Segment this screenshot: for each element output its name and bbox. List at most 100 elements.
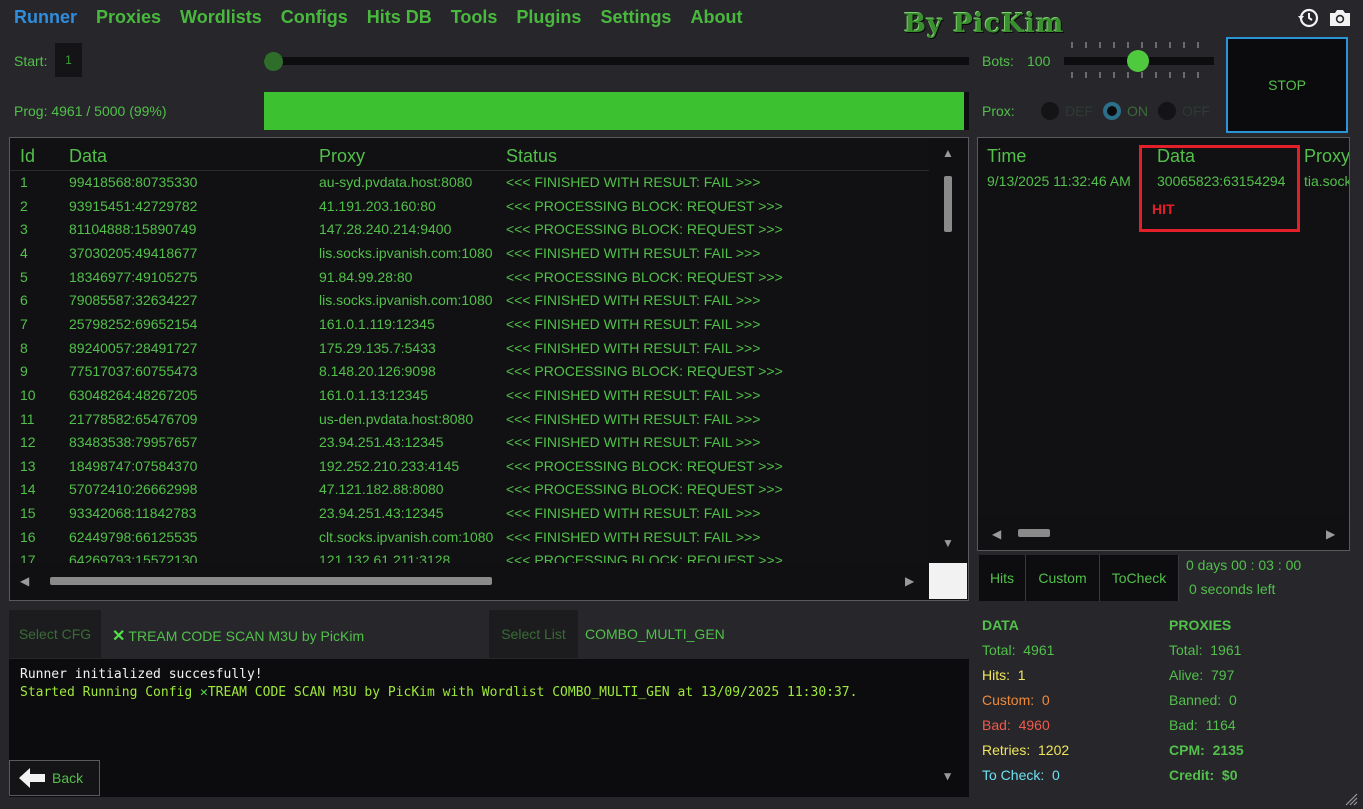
cell-data: 83483538:79957657	[69, 434, 198, 451]
cell-id: 12	[20, 434, 36, 451]
hit-annotation: HIT	[1152, 201, 1175, 217]
table-row[interactable]: 2 93915451:42729782 41.191.203.160:80 <<< P…	[10, 195, 929, 218]
table-row[interactable]: 9 77517037:60755473 8.148.20.126:9098 <<< P…	[10, 360, 929, 383]
col-header-status[interactable]: Status	[506, 146, 557, 167]
main-vertical-scrollbar[interactable]: ▲ ▼	[929, 138, 967, 562]
col-header-data[interactable]: Data	[69, 146, 107, 167]
nav-item-runner[interactable]: Runner	[14, 7, 77, 29]
history-icon[interactable]	[1296, 6, 1320, 30]
cell-status: <<< FINISHED WITH RESULT: FAIL >>>	[506, 505, 761, 522]
table-row[interactable]: 8 89240057:28491727 175.29.135.7:5433 <<< F…	[10, 337, 929, 360]
camera-icon[interactable]	[1328, 6, 1352, 30]
cell-proxy: us-den.pvdata.host:8080	[319, 410, 474, 427]
table-row[interactable]: 6 79085587:32634227 lis.socks.ipvanish.com…	[10, 289, 929, 312]
cell-proxy: 91.84.99.28:80	[319, 268, 413, 285]
nav-item-configs[interactable]: Configs	[281, 7, 348, 29]
cell-data: 25798252:69652154	[69, 315, 198, 332]
stat-bad: Bad: 4960	[982, 717, 1050, 733]
col-header-proxy[interactable]: Proxy	[319, 146, 365, 167]
stat-alive: Alive: 797	[1169, 667, 1235, 683]
nav-item-hits-db[interactable]: Hits DB	[367, 7, 432, 29]
start-label: Start:	[14, 53, 48, 69]
cross-icon: ✕	[112, 628, 126, 645]
col-header-id[interactable]: Id	[20, 146, 35, 167]
resize-grip-icon[interactable]	[1344, 792, 1358, 806]
hit-highlight-box	[1139, 145, 1300, 232]
tab-custom[interactable]: Custom	[1026, 555, 1100, 601]
cell-status: <<< PROCESSING BLOCK: REQUEST >>>	[506, 221, 783, 238]
cell-status: <<< FINISHED WITH RESULT: FAIL >>>	[506, 386, 761, 403]
back-button[interactable]: Back	[9, 760, 100, 796]
select-list-button[interactable]: Select List	[489, 610, 578, 658]
table-row[interactable]: 11 21778582:65476709 us-den.pvdata.host:80…	[10, 408, 929, 431]
nav-item-proxies[interactable]: Proxies	[96, 7, 161, 29]
cell-id: 8	[20, 339, 28, 356]
prox-radio-on[interactable]: ON	[1103, 102, 1148, 120]
scroll-corner	[929, 563, 967, 599]
cell-proxy: 41.191.203.160:80	[319, 197, 436, 214]
table-row[interactable]: 16 62449798:66125535 clt.socks.ipvanish.co…	[10, 526, 929, 549]
logo: By PicKim	[904, 9, 1065, 39]
table-row[interactable]: 10 63048264:48267205 161.0.1.13:12345 <<< F…	[10, 384, 929, 407]
cell-proxy: 192.252.210.233:4145	[319, 457, 460, 474]
stop-button[interactable]: STOP	[1226, 37, 1348, 133]
top-icons	[1296, 6, 1352, 30]
bots-slider-handle[interactable]	[1127, 50, 1149, 72]
scroll-thumb[interactable]	[1018, 529, 1050, 537]
table-row[interactable]: 12 83483538:79957657 23.94.251.43:12345 <<<…	[10, 431, 929, 454]
scroll-up-icon[interactable]: ▲	[929, 146, 967, 160]
tab-tocheck[interactable]: ToCheck	[1100, 555, 1179, 601]
start-input[interactable]: 1	[55, 43, 82, 77]
stat-credit: Credit: $0	[1169, 767, 1238, 783]
progress-label: Prog: 4961 / 5000 (99%)	[14, 103, 167, 119]
table-row[interactable]: 13 18498747:07584370 192.252.210.233:4145 <…	[10, 455, 929, 478]
cell-data: 37030205:49418677	[69, 244, 198, 261]
nav-item-settings[interactable]: Settings	[600, 7, 671, 29]
nav-item-tools[interactable]: Tools	[451, 7, 498, 29]
arrow-left-icon	[19, 768, 45, 788]
scroll-thumb[interactable]	[50, 577, 492, 585]
cell-status: <<< PROCESSING BLOCK: REQUEST >>>	[506, 363, 783, 380]
table-row[interactable]: 7 25798252:69652154 161.0.1.119:12345 <<< F…	[10, 313, 929, 336]
scroll-down-icon[interactable]: ▼	[944, 769, 951, 783]
start-slider-track[interactable]	[264, 57, 969, 65]
cell-proxy: 175.29.135.7:5433	[319, 339, 436, 356]
table-row[interactable]: 15 93342068:11842783 23.94.251.43:12345 <<<…	[10, 502, 929, 525]
cell-status: <<< FINISHED WITH RESULT: FAIL >>>	[506, 292, 761, 309]
nav-item-plugins[interactable]: Plugins	[516, 7, 581, 29]
stat-retries: Retries: 1202	[982, 742, 1070, 758]
cell-id: 16	[20, 528, 36, 545]
scroll-left-icon[interactable]: ◀	[20, 574, 29, 588]
hits-horizontal-scrollbar[interactable]: ◀ ▶	[978, 516, 1349, 550]
main-horizontal-scrollbar[interactable]: ◀ ▶	[10, 563, 928, 599]
table-row[interactable]: 4 37030205:49418677 lis.socks.ipvanish.com…	[10, 242, 929, 265]
cell-id: 13	[20, 457, 36, 474]
scroll-right-icon[interactable]: ▶	[1326, 527, 1335, 541]
bots-value: 100	[1027, 53, 1051, 69]
table-row[interactable]: 3 81104888:15890749 147.28.240.214:9400 <<<…	[10, 218, 929, 241]
col-header-proxy[interactable]: Proxy	[1304, 146, 1349, 167]
nav-item-about[interactable]: About	[690, 7, 742, 29]
col-header-time[interactable]: Time	[987, 146, 1026, 167]
cell-id: 3	[20, 221, 28, 238]
cell-data: 77517037:60755473	[69, 363, 198, 380]
scroll-down-icon[interactable]: ▼	[929, 536, 967, 550]
hit-time: 9/13/2025 11:32:46 AM	[987, 173, 1131, 189]
table-row[interactable]: 14 57072410:26662998 47.121.182.88:8080 <<<…	[10, 478, 929, 501]
radio-dot-icon	[1158, 102, 1176, 120]
scroll-thumb[interactable]	[944, 176, 952, 232]
prox-radio-off[interactable]: OFF	[1158, 102, 1210, 120]
stat-total: Total: 4961	[982, 642, 1055, 658]
scroll-right-icon[interactable]: ▶	[905, 574, 914, 588]
cell-status: <<< FINISHED WITH RESULT: FAIL >>>	[506, 174, 761, 190]
select-cfg-button[interactable]: Select CFG	[9, 610, 101, 658]
nav-item-wordlists[interactable]: Wordlists	[180, 7, 262, 29]
table-row[interactable]: 1 99418568:80735330 au-syd.pvdata.host:808…	[10, 171, 929, 194]
table-row[interactable]: 5 18346977:49105275 91.84.99.28:80 <<< PROC…	[10, 266, 929, 289]
cell-status: <<< FINISHED WITH RESULT: FAIL >>>	[506, 244, 761, 261]
start-slider-handle[interactable]	[264, 52, 283, 71]
cell-proxy: clt.socks.ipvanish.com:1080	[319, 528, 494, 545]
prox-radio-def[interactable]: DEF	[1041, 102, 1093, 120]
scroll-left-icon[interactable]: ◀	[992, 527, 1001, 541]
tab-hits[interactable]: Hits	[979, 555, 1026, 601]
